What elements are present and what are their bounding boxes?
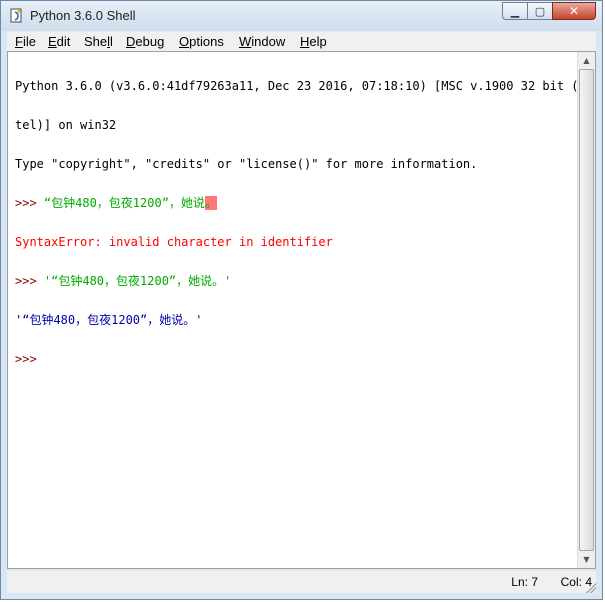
vertical-scrollbar[interactable]: ▲ ▼ xyxy=(577,52,595,568)
menu-debug[interactable]: Debug xyxy=(126,34,164,49)
shell-prompt: >>> xyxy=(15,274,44,288)
close-icon: ✕ xyxy=(568,4,580,18)
title-bar[interactable]: Python 3.6.0 Shell ▁ ▢ ✕ xyxy=(1,1,602,31)
input-line: >>> '“包钟480，包夜1200”，她说。' xyxy=(15,275,577,288)
maximize-button[interactable]: ▢ xyxy=(527,2,553,20)
input-string: “包钟480，包夜1200”，她说 xyxy=(43,196,205,210)
menu-help[interactable]: Help xyxy=(300,34,327,49)
idle-shell-window: Python 3.6.0 Shell ▁ ▢ ✕ File Edit Shell… xyxy=(0,0,603,600)
input-line: >>> “包钟480，包夜1200”，她说。 xyxy=(15,196,577,210)
shell-editor[interactable]: Python 3.6.0 (v3.6.0:41df79263a11, Dec 2… xyxy=(7,51,596,569)
input-line[interactable]: >>> xyxy=(15,353,577,366)
menu-file[interactable]: File xyxy=(15,34,36,49)
python-feather-icon xyxy=(10,8,22,23)
shell-prompt: >>> xyxy=(15,352,37,366)
scrollbar-thumb[interactable] xyxy=(579,69,594,551)
menu-shell[interactable]: Shell xyxy=(84,34,113,49)
window-title: Python 3.6.0 Shell xyxy=(30,8,136,23)
menu-edit[interactable]: Edit xyxy=(48,34,70,49)
menu-options[interactable]: Options xyxy=(179,34,224,49)
shell-prompt: >>> xyxy=(15,196,44,210)
scroll-down-arrow-icon[interactable]: ▼ xyxy=(578,551,595,568)
banner-line: Type "copyright", "credits" or "license(… xyxy=(15,157,478,171)
output-line: '“包钟480，包夜1200”，她说。' xyxy=(15,313,203,327)
minimize-button[interactable]: ▁ xyxy=(502,2,528,20)
window-controls: ▁ ▢ ✕ xyxy=(502,2,596,22)
input-string: '“包钟480，包夜1200”，她说。' xyxy=(43,274,232,288)
resize-grip-icon[interactable] xyxy=(586,583,596,593)
minimize-icon: ▁ xyxy=(510,4,520,18)
error-message: SyntaxError: invalid character in identi… xyxy=(15,235,333,249)
scroll-up-arrow-icon[interactable]: ▲ xyxy=(578,52,595,69)
menu-window[interactable]: Window xyxy=(239,34,285,49)
shell-text-area[interactable]: Python 3.6.0 (v3.6.0:41df79263a11, Dec 2… xyxy=(8,52,577,568)
banner-line: Python 3.6.0 (v3.6.0:41df79263a11, Dec 2… xyxy=(15,79,577,93)
maximize-icon: ▢ xyxy=(534,4,546,18)
status-bar: Ln: 7 Col: 4 xyxy=(7,571,596,593)
line-number: Ln: 7 xyxy=(511,575,538,589)
error-highlight: 。 xyxy=(204,196,217,210)
banner-line: tel)] on win32 xyxy=(15,118,117,132)
menu-bar: File Edit Shell Debug Options Window Hel… xyxy=(7,31,596,52)
close-button[interactable]: ✕ xyxy=(552,2,596,20)
